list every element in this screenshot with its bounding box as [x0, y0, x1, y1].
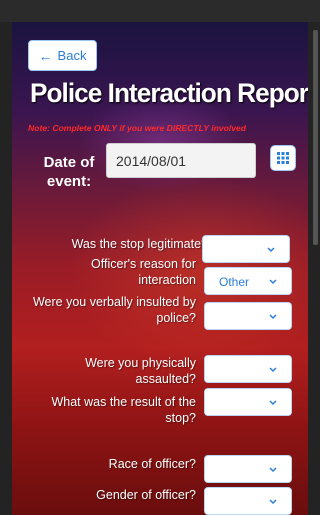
chevron-down-icon	[269, 400, 277, 406]
left-arrow-icon: ←	[38, 47, 53, 64]
chevron-down-icon	[269, 367, 277, 373]
window-top-bar	[0, 0, 320, 22]
select-physically-assaulted[interactable]	[204, 355, 292, 383]
page-title: Police Interaction Report	[30, 78, 308, 108]
calendar-button[interactable]	[270, 145, 296, 171]
window-left-edge	[0, 22, 12, 515]
select-stop-legitimate[interactable]	[202, 235, 290, 263]
select-officer-reason[interactable]: Other	[204, 267, 292, 295]
back-button-label: Back	[57, 48, 87, 63]
question-label-officer-gender: Gender of officer?	[96, 488, 196, 502]
select-officer-gender[interactable]	[204, 487, 292, 515]
chevron-down-icon	[267, 247, 275, 253]
question-label-officer-race: Race of officer?	[108, 457, 196, 471]
chevron-down-icon	[269, 499, 277, 505]
date-of-event-input[interactable]: 2014/08/01	[106, 143, 256, 178]
calendar-grid-icon	[277, 152, 289, 164]
select-value: Other	[219, 275, 250, 289]
select-verbally-insulted[interactable]	[204, 302, 292, 330]
question-label-stop-result: What was the result of the stop?	[51, 395, 196, 425]
question-label-physically-assaulted: Were you physically assaulted?	[85, 356, 196, 386]
select-officer-race[interactable]	[204, 455, 292, 483]
select-stop-result[interactable]	[204, 388, 292, 416]
chevron-down-icon	[269, 467, 277, 473]
date-of-event-label: Date of event:	[43, 154, 95, 190]
involvement-note: Note: Complete ONLY if you were DIRECTLY…	[28, 123, 247, 133]
back-button[interactable]: ← Back	[28, 40, 97, 71]
question-label-stop-legitimate: Was the stop legitimate?	[71, 237, 208, 251]
date-of-event-value: 2014/08/01	[116, 152, 187, 169]
question-label-officer-reason: Officer's reason for interaction	[91, 257, 196, 287]
chevron-down-icon	[269, 279, 277, 285]
scrollbar-thumb[interactable]	[313, 30, 318, 245]
report-screen: ← Back Police Interaction Report Note: C…	[12, 22, 308, 515]
chevron-down-icon	[269, 314, 277, 320]
question-label-verbally-insulted: Were you verbally insulted by police?	[32, 295, 196, 325]
